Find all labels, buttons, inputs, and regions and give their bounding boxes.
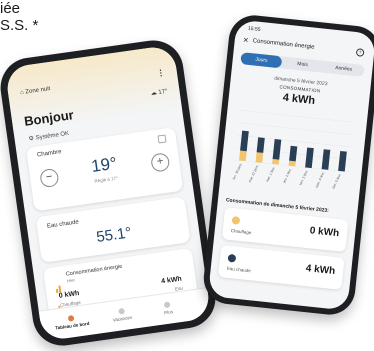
more-vertical-icon[interactable]: ⋮ [156,68,165,78]
x-tick-label: mar. 31 janv. [248,164,260,183]
nav-more[interactable]: Plus [163,301,173,315]
water-card-label: Eau chaude [226,265,252,274]
grid-line [239,109,355,123]
x-tick-label: jeu. 2 févr. [282,168,293,185]
tab-years[interactable]: Années [322,61,364,77]
nav-vacation[interactable]: Vacances [111,307,132,323]
energy-period: Hier [66,277,76,284]
grid-line [237,122,354,135]
outside-temp-value: 17° [158,88,168,96]
home-icon [67,314,75,322]
energy-chart-icon [54,274,63,311]
tab-months[interactable]: Mois [281,56,323,72]
tab-days[interactable]: Jours [240,52,283,69]
x-tick-label: lun. 30 janv. [232,162,243,180]
right-phone: 15:55 ✕ Consommation énergie ? Jours Moi… [201,12,374,318]
more-icon [164,301,171,309]
energy-screen-title: Consommation énergie [252,38,315,51]
hot-water-consumption-card: Eau chaude 4 kWh [217,245,345,290]
bar-eau-chaude[interactable] [338,150,347,172]
heating-card-label: Chauffage [230,227,252,236]
room-title: Chambre [36,149,62,159]
nav-dashboard[interactable]: Tableau de bord [54,313,90,331]
left-phone: ⌂ Zone nuit ⋮ ☁ 17° Bonjour ⚙ Système OK… [0,36,220,350]
close-icon[interactable]: ✕ [242,36,249,45]
bar-eau-chaude[interactable] [321,149,331,170]
bar-eau-chaude[interactable] [305,147,314,169]
grid-line [236,134,353,148]
flame-icon [231,216,241,225]
hot-water-title: Eau chaude [46,219,80,230]
system-status: ⚙ Système OK [28,130,70,143]
energy-title: Consommation énergie [65,263,123,278]
top-caption: iée S.S. * [0,0,60,34]
bar-chauffage[interactable] [239,150,247,162]
status-clock: 15:55 [247,25,261,33]
caption-line-1: iée [0,0,21,17]
room-card[interactable]: Chambre − 19° Réglé à 17° + [25,127,184,212]
bar-chauffage[interactable] [288,160,296,167]
bar-chauffage[interactable] [255,152,264,163]
nav-more-label: Plus [163,309,174,316]
caption-line-2: S.S. * [0,17,39,34]
bar-eau-chaude[interactable] [272,139,282,160]
water-drop-icon [227,253,237,263]
dashboard-screen: ⌂ Zone nuit ⋮ ☁ 17° Bonjour ⚙ Système OK… [4,44,212,342]
chart-svg: lun. 30 janv. mar. 31 janv. mer. 1 févr. je… [232,109,355,190]
system-status-label: Système OK [35,130,70,142]
edit-icon[interactable] [157,134,167,144]
nav-vacation-label: Vacances [112,314,133,323]
nav-dashboard-label: Tableau de bord [54,320,90,331]
heating-value: 0 kWh [58,290,80,300]
energy-screen: 15:55 ✕ Consommation énergie ? Jours Moi… [207,19,374,311]
bar-eau-chaude[interactable] [289,145,298,162]
energy-bar-chart[interactable]: lun. 30 janv. mar. 31 janv. mer. 1 févr. je… [227,106,359,204]
bar-chauffage[interactable] [272,158,280,165]
water-card-value: 4 kWh [305,263,336,278]
x-tick-label: dim. 5 févr. [331,173,342,190]
suitcase-icon [117,307,125,315]
heating-card: Chauffage 0 kWh [221,207,349,253]
help-icon[interactable]: ? [355,48,365,57]
x-tick-label: mer. 1 févr. [265,166,276,183]
x-tick-label: sam. 4 févr. [314,171,325,189]
heating-card-value: 0 kWh [309,225,340,240]
bar-eau-chaude[interactable] [240,130,249,152]
x-tick-label: ven. 3 févr. [298,169,309,186]
water-value: 4 kWh [160,275,183,286]
